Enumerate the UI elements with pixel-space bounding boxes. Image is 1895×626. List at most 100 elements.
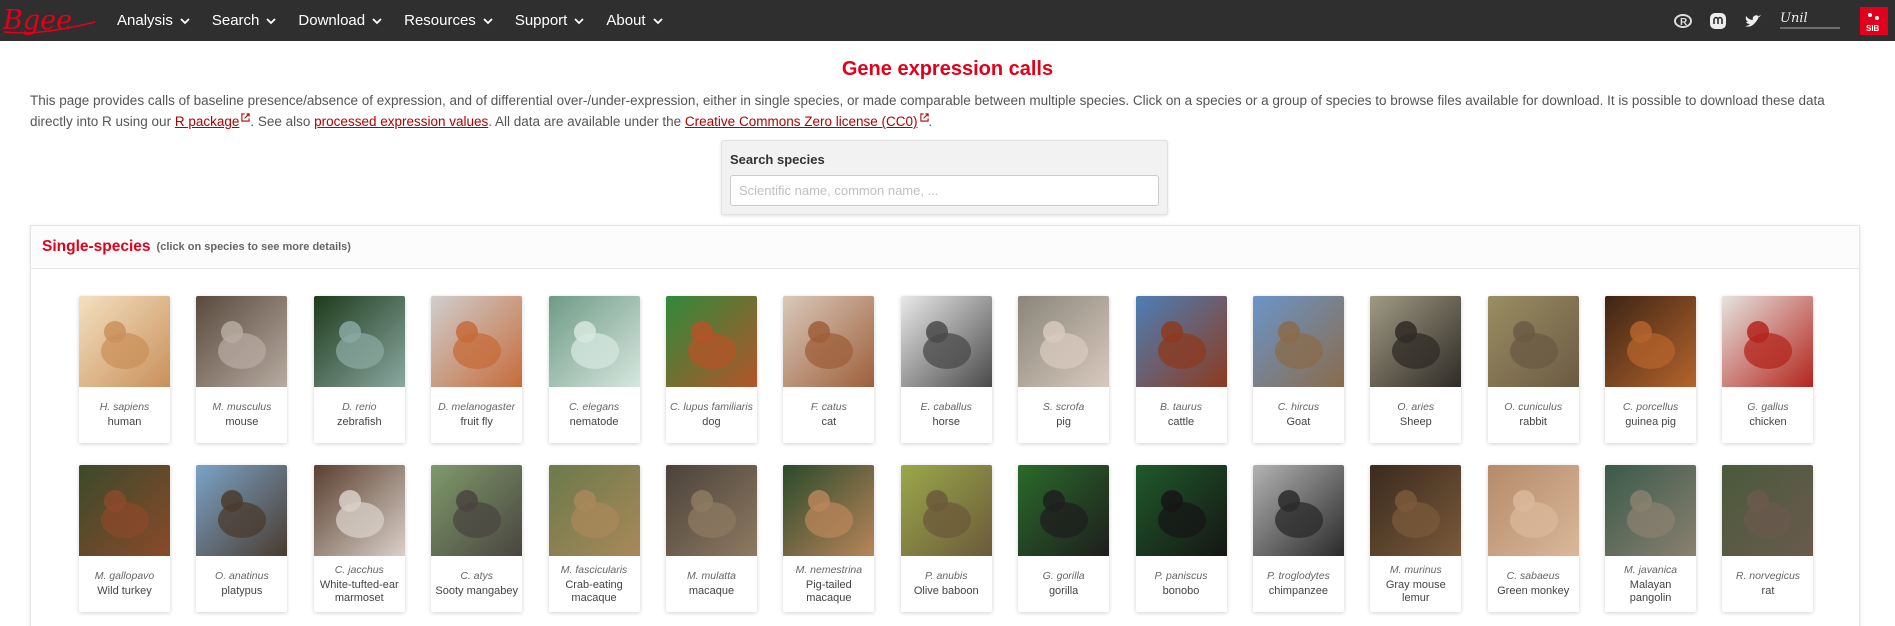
species-card[interactable]: O. cuniculus rabbit [1487,296,1579,443]
species-grid: H. sapiens human M. musculus mouse D. rerio z… [79,296,1814,612]
mastodon-icon[interactable] [1708,11,1728,31]
species-card[interactable]: G. gallus chicken [1722,296,1814,443]
species-photo [79,296,170,387]
species-card[interactable]: S. scrofa pig [1018,296,1110,443]
intro-part-4: . [928,114,933,129]
species-card[interactable]: M. gallopavo Wild turkey [79,465,170,612]
species-common-name: Crab-eating macaque [565,578,623,604]
species-scientific-name: P. paniscus [1154,570,1208,582]
species-photo [1018,296,1110,387]
species-photo [783,465,875,556]
species-scientific-name: M. mulatta [686,570,736,582]
species-names: M. fascicularis Crab-eating macaque [549,556,640,612]
species-names: M. musculus mouse [196,387,287,443]
svg-text:R: R [1680,17,1688,28]
species-names: G. gallus chicken [1722,387,1813,443]
species-common-name: White-tufted-ear marmoset [319,578,399,604]
nav-menu-label: About [606,12,646,29]
species-photo [431,296,523,387]
species-names: E. caballus horse [901,387,992,443]
species-card[interactable]: P. troglodytes chimpanzee [1252,465,1344,612]
species-card[interactable]: P. anubis Olive baboon [900,465,992,612]
species-photo [1605,465,1697,556]
species-card[interactable]: P. paniscus bonobo [1135,465,1227,612]
nav-menu-label: Search [211,12,260,29]
species-scientific-name: P. anubis [925,570,968,582]
chevron-down-icon [266,17,277,24]
species-photo [313,296,405,387]
nav-menu-support[interactable]: Support [515,12,586,29]
species-common-name: gorilla [1048,585,1079,597]
bgee-logo[interactable]: Bgee [0,2,100,38]
species-photo [1135,465,1227,556]
license-link[interactable]: Creative Commons Zero license (CC0) [685,114,918,129]
species-photo [1370,296,1462,387]
main-menu: Analysis Search Download Resources Support Ab… [117,0,685,41]
species-common-name: zebrafish [336,416,382,428]
species-common-name: nematode [569,416,619,428]
species-names: C. elegans nematode [549,387,640,443]
species-common-name: rat [1761,585,1775,597]
species-names: H. sapiens human [79,387,170,443]
nav-menu-about[interactable]: About [606,12,663,29]
species-names: F. catus cat [783,387,874,443]
species-names: R. norvegicus rat [1722,556,1813,612]
species-card[interactable]: C. porcellus guinea pig [1605,296,1697,443]
species-common-name: guinea pig [1625,416,1676,428]
nav-menu-search[interactable]: Search [212,12,278,29]
species-card[interactable]: M. murinus Gray mouse lemur [1370,465,1462,612]
nav-menu-resources[interactable]: Resources [404,12,494,29]
unil-logo[interactable]: Unil [1778,8,1842,34]
species-card[interactable]: C. lupus familiaris dog [665,296,757,443]
sib-logo[interactable]: SIB [1860,6,1888,35]
species-card[interactable]: C. atys Sooty mangabey [431,465,523,612]
twitter-icon[interactable] [1743,11,1763,31]
species-card[interactable]: D. melanogaster fruit fly [431,296,523,443]
species-card[interactable]: C. sabaeus Green monkey [1487,465,1579,612]
species-card[interactable]: C. elegans nematode [548,296,640,443]
species-common-name: Sooty mangabey [435,585,518,597]
species-card[interactable]: M. nemestrina Pig-tailed macaque [783,465,875,612]
species-card[interactable]: O. aries Sheep [1370,296,1462,443]
species-card[interactable]: R. norvegicus rat [1722,465,1814,612]
r-package-icon[interactable]: R [1673,11,1693,31]
species-card[interactable]: M. fascicularis Crab-eating macaque [548,465,640,612]
species-card[interactable]: C. jacchus White-tufted-ear marmoset [313,465,405,612]
unil-logo-text: Unil [1780,11,1808,26]
r-package-link[interactable]: R package [175,114,240,129]
species-photo [431,465,523,556]
species-card[interactable]: M. javanica Malayan pangolin [1605,465,1697,612]
search-label: Search species [730,152,825,167]
species-search-box: Search species [721,140,1168,215]
species-search-input[interactable] [730,175,1159,206]
species-card[interactable]: H. sapiens human [79,296,170,443]
species-card[interactable]: G. gorilla gorilla [1018,465,1110,612]
species-scientific-name: G. gallus [1747,401,1789,413]
species-card[interactable]: O. anatinus platypus [196,465,288,612]
intro-part-3: . All data are available under the [488,114,685,129]
species-card[interactable]: F. catus cat [783,296,875,443]
nav-menu-download[interactable]: Download [298,12,383,29]
species-names: C. lupus familiaris dog [666,387,757,443]
species-names: D. melanogaster fruit fly [431,387,522,443]
species-card[interactable]: M. musculus mouse [196,296,288,443]
species-scientific-name: M. murinus [1389,563,1442,576]
processed-values-link[interactable]: processed expression values [314,114,488,129]
species-card[interactable]: M. mulatta macaque [665,465,757,612]
intro-part-2: . See also [250,114,315,129]
species-card[interactable]: C. hircus Goat [1252,296,1344,443]
species-common-name: Gray mouse lemur [1385,578,1446,604]
nav-menu-label: Resources [404,12,476,29]
species-common-name: Wild turkey [97,585,152,597]
species-names: C. atys Sooty mangabey [431,556,522,612]
species-card[interactable]: D. rerio zebrafish [313,296,405,443]
nav-menu-analysis[interactable]: Analysis [117,12,191,29]
species-card[interactable]: B. taurus cattle [1135,296,1227,443]
species-scientific-name: F. catus [810,401,847,413]
species-scientific-name: C. sabaeus [1506,570,1560,582]
species-photo [1487,465,1579,556]
species-card[interactable]: E. caballus horse [900,296,992,443]
species-scientific-name: D. rerio [342,401,377,413]
species-photo [1605,296,1697,387]
species-names: M. gallopavo Wild turkey [79,556,170,612]
